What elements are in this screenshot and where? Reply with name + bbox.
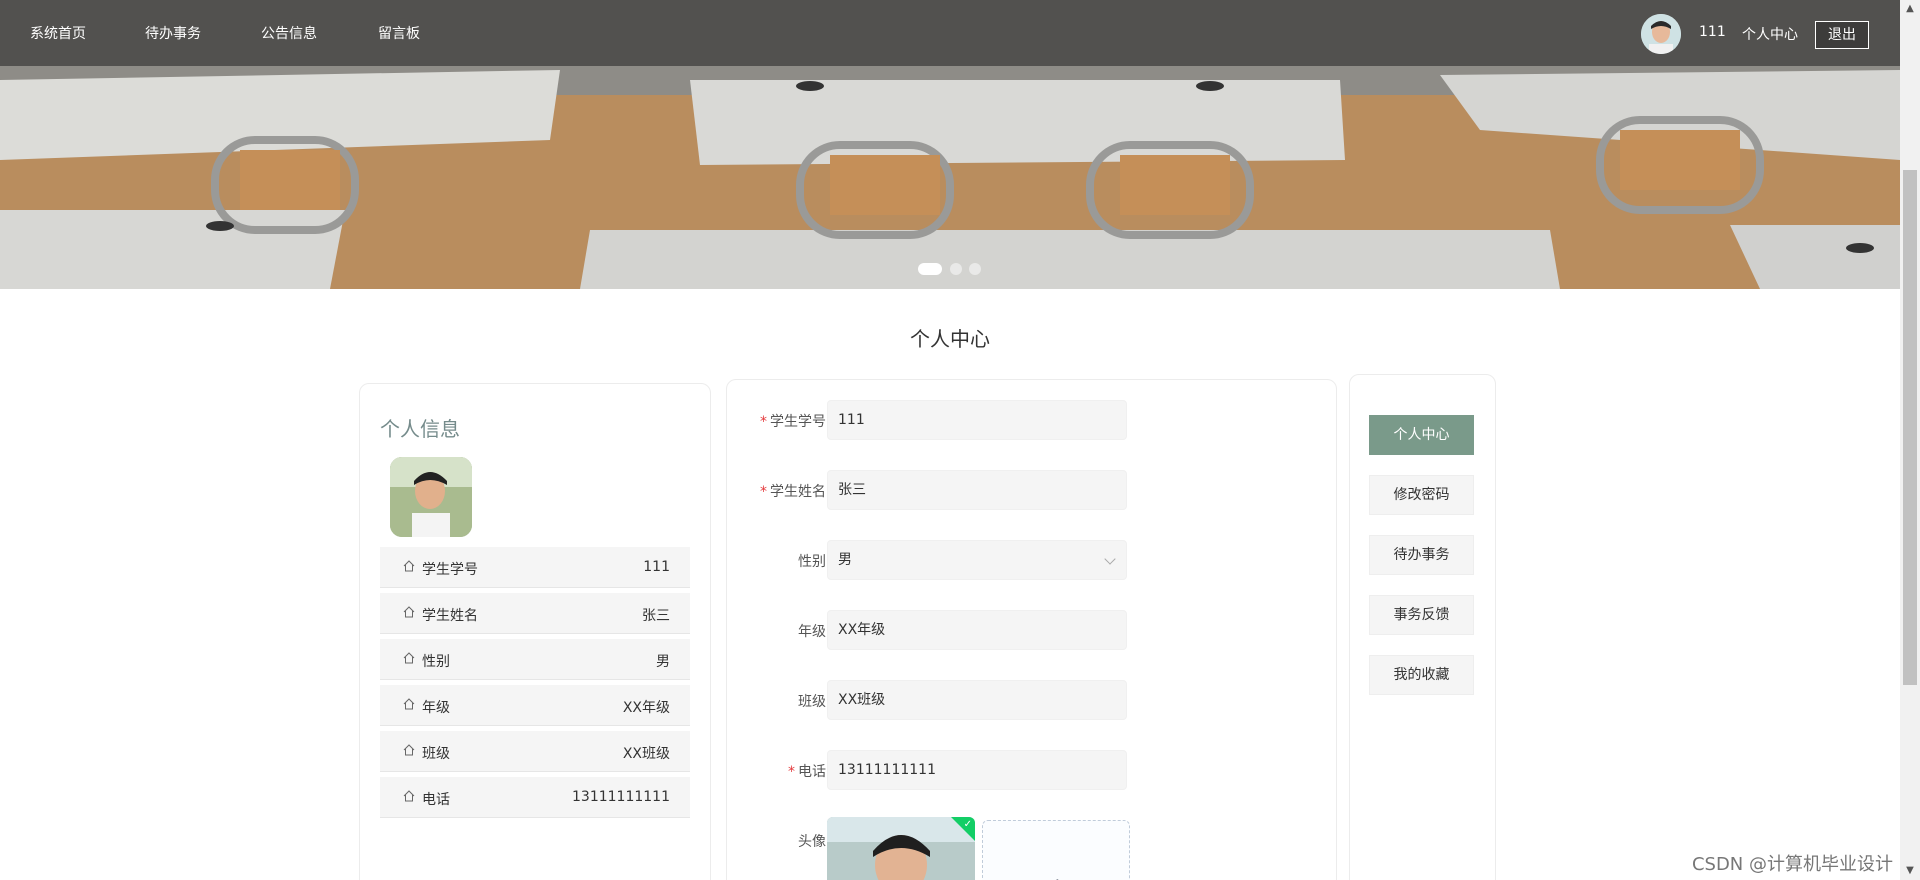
- form-row-grade: 年级 XX年级: [727, 610, 1338, 650]
- info-value: 张三: [642, 608, 670, 624]
- form-row-gender: 性别 男: [727, 540, 1338, 580]
- required-mark: *: [760, 484, 767, 500]
- form-row-avatar: 头像 ✓ +: [727, 817, 1338, 880]
- chevron-down-icon: [1104, 553, 1116, 565]
- phone-input[interactable]: 13111111111: [827, 750, 1127, 790]
- profile-edit-form: * 学生学号 111 * 学生姓名 张三 性别 男 年级 XX年级 班级 XX班级 …: [726, 379, 1337, 880]
- upload-success-badge: ✓: [951, 817, 975, 841]
- required-mark: *: [788, 764, 795, 780]
- check-icon: ✓: [963, 819, 972, 830]
- info-row-student-name: 学生姓名 张三: [380, 593, 690, 634]
- scroll-up-arrow-icon[interactable]: ▲: [1900, 0, 1920, 18]
- scroll-down-arrow-icon[interactable]: ▼: [1900, 862, 1920, 880]
- home-icon: [403, 698, 415, 710]
- info-row-phone: 电话 13111111111: [380, 777, 690, 818]
- watermark: CSDN @计算机毕业设计: [1691, 854, 1893, 875]
- page: 系统首页 待办事务 公告信息 留言板 111 个人中心 退出 个人中心 个人信息…: [0, 0, 1920, 880]
- profile-info-card: 个人信息 学生学号 111 学生姓名 张三 性别 男 年级 XX年级 班级 XX…: [359, 383, 711, 880]
- info-label: 年级: [422, 700, 450, 716]
- info-label: 学生学号: [422, 562, 478, 578]
- home-icon: [403, 606, 415, 618]
- page-scrollbar[interactable]: ▲ ▼: [1900, 0, 1920, 880]
- gender-select-value: 男: [838, 552, 852, 568]
- profile-info-title: 个人信息: [380, 417, 460, 441]
- nav-home[interactable]: 系统首页: [30, 23, 86, 43]
- form-row-student-name: * 学生姓名 张三: [727, 470, 1338, 510]
- gender-select[interactable]: 男: [827, 540, 1127, 580]
- info-row-gender: 性别 男: [380, 639, 690, 680]
- menu-feedback[interactable]: 事务反馈: [1369, 595, 1474, 635]
- info-row-student-id: 学生学号 111: [380, 547, 690, 588]
- info-row-class: 班级 XX班级: [380, 731, 690, 772]
- hero-banner: 系统首页 待办事务 公告信息 留言板 111 个人中心 退出: [0, 0, 1900, 289]
- carousel-dot-2[interactable]: [950, 263, 962, 275]
- menu-todo[interactable]: 待办事务: [1369, 535, 1474, 575]
- info-label: 性别: [422, 654, 450, 670]
- upload-add-button[interactable]: +: [982, 820, 1130, 880]
- student-id-input[interactable]: 111: [827, 400, 1127, 440]
- nav-todo[interactable]: 待办事务: [145, 23, 201, 43]
- form-row-phone: * 电话 13111111111: [727, 750, 1338, 790]
- username: 111: [1699, 24, 1726, 40]
- menu-personal-center[interactable]: 个人中心: [1369, 415, 1474, 455]
- info-value: 111: [643, 559, 670, 575]
- student-name-input[interactable]: 张三: [827, 470, 1127, 510]
- carousel-dot-3[interactable]: [969, 263, 981, 275]
- info-value: 13111111111: [572, 789, 670, 805]
- form-row-student-id: * 学生学号 111: [727, 400, 1338, 440]
- form-label: * 电话: [788, 764, 826, 780]
- form-label: * 学生学号: [760, 414, 826, 430]
- logout-button[interactable]: 退出: [1815, 21, 1869, 49]
- nav-personal-center[interactable]: 个人中心: [1742, 24, 1798, 44]
- home-icon: [403, 652, 415, 664]
- required-mark: *: [760, 414, 767, 430]
- scroll-thumb[interactable]: [1903, 170, 1917, 685]
- home-icon: [403, 744, 415, 756]
- info-label: 学生姓名: [422, 608, 478, 624]
- info-value: XX年级: [622, 700, 670, 716]
- home-icon: [403, 790, 415, 802]
- home-icon: [403, 560, 415, 572]
- uploaded-avatar[interactable]: ✓: [827, 817, 975, 880]
- menu-change-password[interactable]: 修改密码: [1369, 475, 1474, 515]
- form-label: 班级: [798, 694, 826, 710]
- info-label: 班级: [422, 746, 450, 762]
- user-avatar[interactable]: [1641, 14, 1681, 54]
- nav-notice[interactable]: 公告信息: [261, 23, 317, 43]
- form-row-class: 班级 XX班级: [727, 680, 1338, 720]
- form-label: 头像: [798, 834, 826, 850]
- top-nav: 系统首页 待办事务 公告信息 留言板 111 个人中心 退出: [0, 0, 1900, 66]
- carousel-dot-1[interactable]: [918, 263, 942, 275]
- menu-favorites[interactable]: 我的收藏: [1369, 655, 1474, 695]
- info-row-grade: 年级 XX年级: [380, 685, 690, 726]
- info-value: XX班级: [622, 746, 670, 762]
- form-label: * 学生姓名: [760, 484, 826, 500]
- page-title: 个人中心: [910, 327, 990, 351]
- grade-input[interactable]: XX年级: [827, 610, 1127, 650]
- form-label: 年级: [798, 624, 826, 640]
- profile-photo: [390, 457, 472, 537]
- class-input[interactable]: XX班级: [827, 680, 1127, 720]
- side-menu-card: 个人中心 修改密码 待办事务 事务反馈 我的收藏: [1349, 374, 1496, 880]
- info-label: 电话: [422, 792, 450, 808]
- info-value: 男: [656, 654, 670, 670]
- form-label: 性别: [798, 554, 826, 570]
- nav-message-board[interactable]: 留言板: [378, 23, 420, 43]
- plus-icon: +: [1049, 873, 1066, 880]
